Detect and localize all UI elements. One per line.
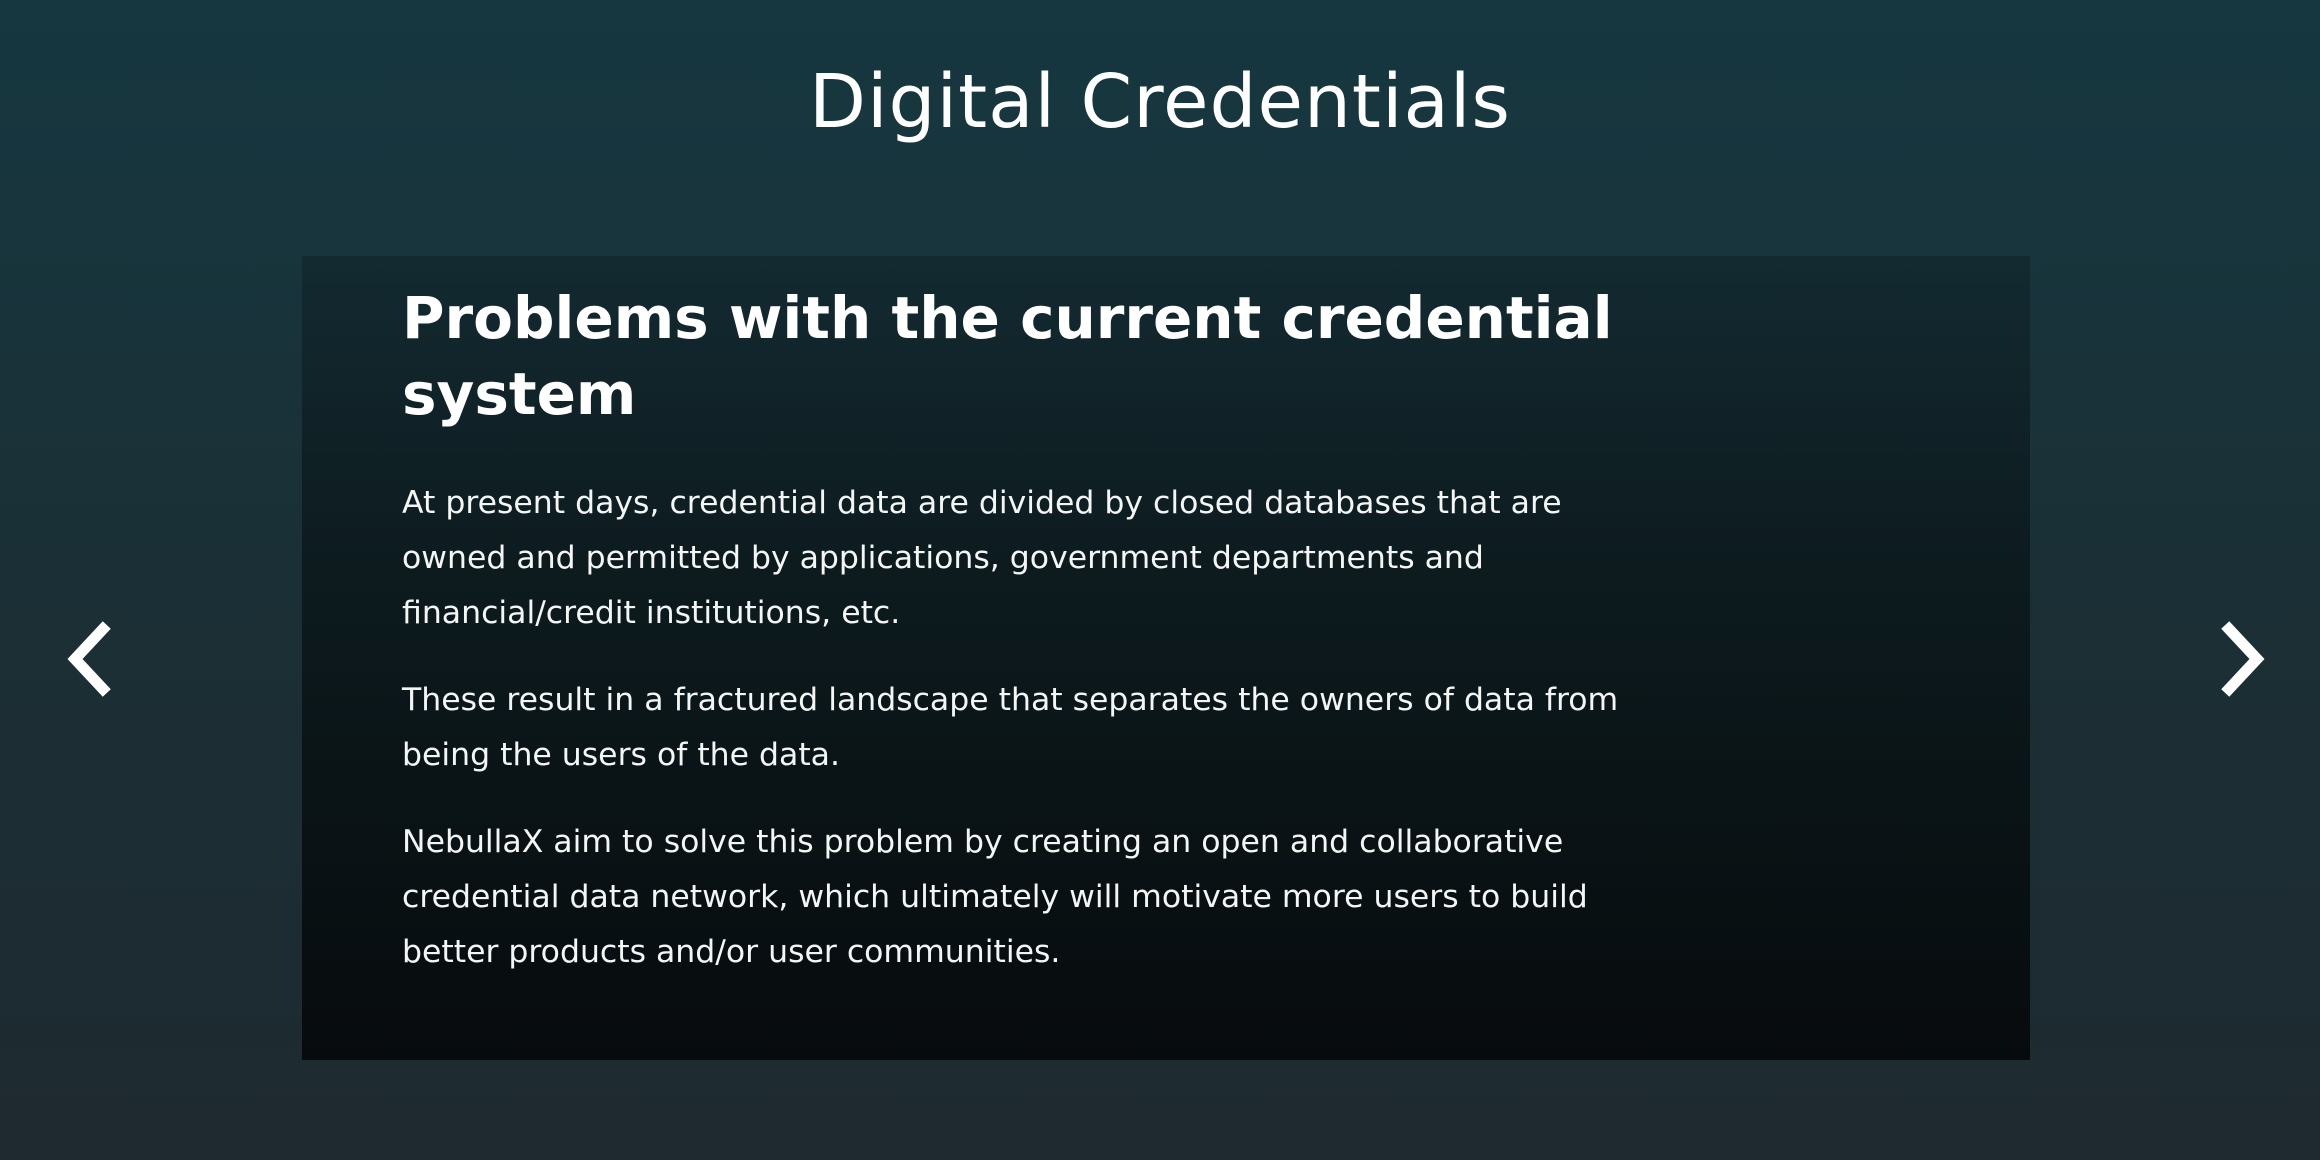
- slide-content: Problems with the current credential sys…: [402, 280, 1632, 1012]
- next-slide-button[interactable]: [2198, 614, 2288, 704]
- previous-slide-button[interactable]: [44, 614, 134, 704]
- slide-paragraph: At present days, credential data are div…: [402, 485, 1562, 631]
- chevron-left-icon: [59, 619, 119, 699]
- slide-paragraph: These result in a fractured landscape th…: [402, 682, 1619, 773]
- page-title: Digital Credentials: [809, 59, 1511, 145]
- slide-card: Problems with the current credential sys…: [302, 256, 2030, 1060]
- slide-paragraph: NebullaX aim to solve this problem by cr…: [402, 824, 1588, 970]
- slide-heading: Problems with the current credential sys…: [402, 284, 1613, 428]
- chevron-right-icon: [2213, 619, 2273, 699]
